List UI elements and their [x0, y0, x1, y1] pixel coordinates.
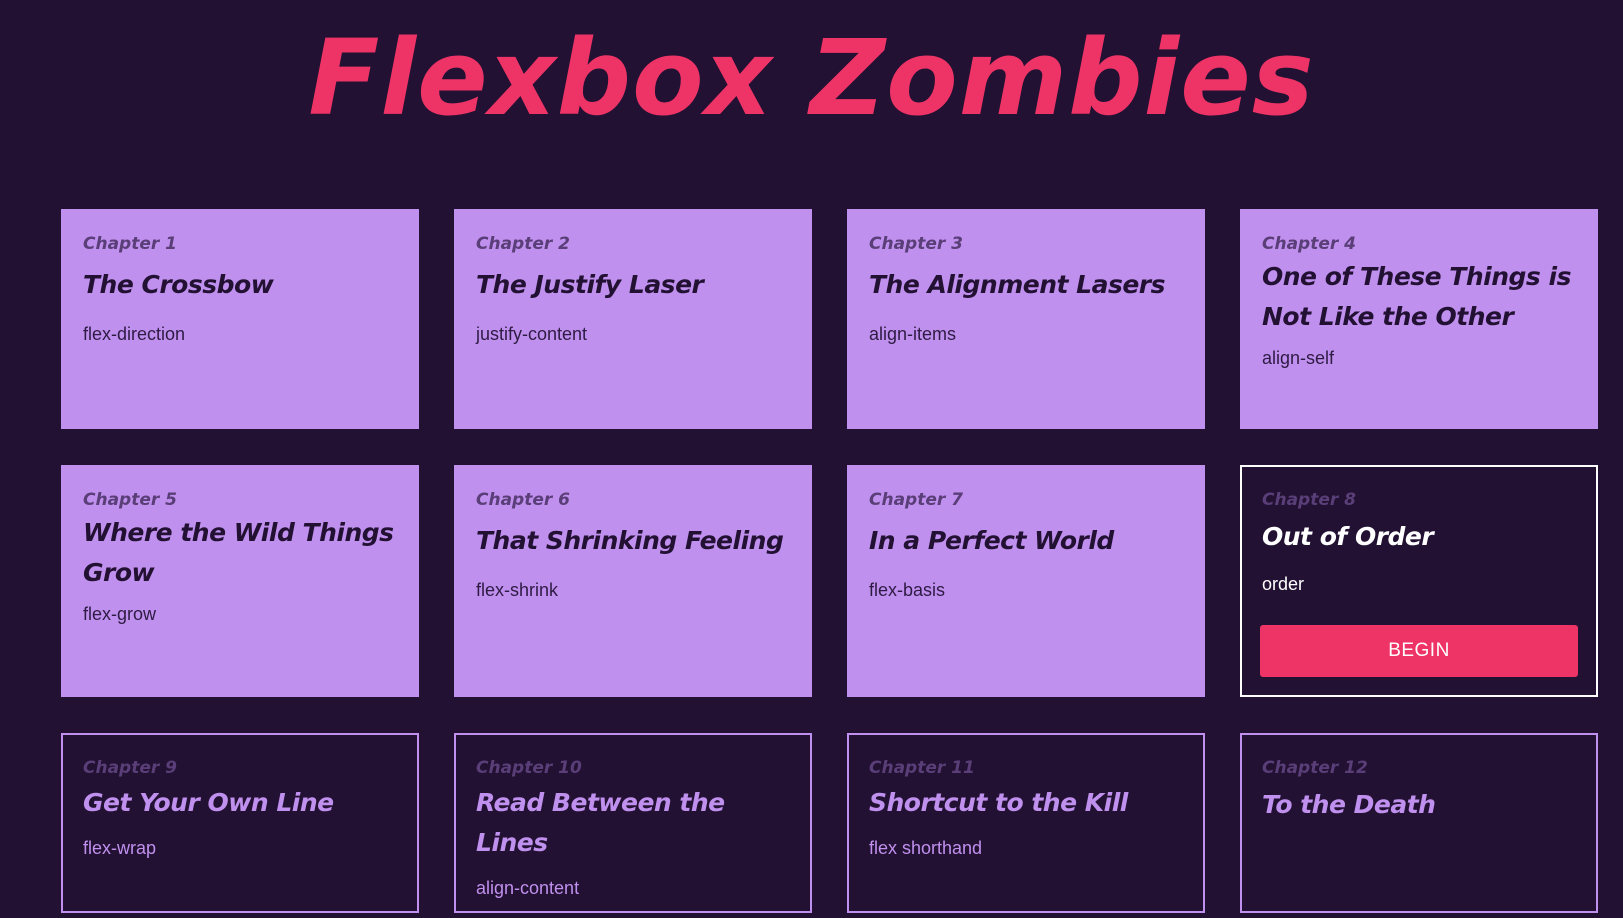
chapter-property: flex-basis [869, 580, 946, 600]
chapter-label: Chapter 4 [1262, 234, 1357, 254]
chapter-property: flex-grow [83, 604, 157, 624]
page: Flexbox Zombies Chapter 1 The Crossbow f… [0, 0, 1623, 918]
chapter-label: Chapter 3 [869, 234, 964, 254]
begin-button[interactable]: BEGIN [1260, 625, 1578, 677]
chapter-label: Chapter 8 [1262, 490, 1357, 510]
chapter-title: Out of Order [1262, 522, 1434, 551]
chapter-label: Chapter 1 [83, 234, 178, 254]
chapter-title: In a Perfect World [869, 526, 1114, 555]
chapter-card-4[interactable]: Chapter 4 One of These Things is Not Lik… [1240, 209, 1598, 429]
site-title: Flexbox Zombies [308, 17, 1315, 139]
chapter-card-3[interactable]: Chapter 3 The Alignment Lasers align-ite… [847, 209, 1205, 429]
chapter-property: flex shorthand [869, 838, 983, 858]
chapter-property: flex-shrink [476, 580, 559, 600]
chapter-property: justify-content [476, 324, 588, 344]
chapter-title: The Justify Laser [476, 270, 704, 299]
chapter-title: Get Your Own Line [83, 788, 334, 817]
chapter-property: align-self [1262, 348, 1335, 368]
chapter-label: Chapter 11 [869, 758, 975, 778]
chapter-label: Chapter 5 [83, 490, 178, 510]
chapter-property: order [1262, 574, 1305, 594]
chapter-property: align-items [869, 324, 957, 344]
chapter-card-7[interactable]: Chapter 7 In a Perfect World flex-basis [847, 465, 1205, 697]
chapter-card-11[interactable]: Chapter 11 Shortcut to the Kill flex sho… [847, 733, 1205, 913]
chapter-card-5[interactable]: Chapter 5 Where the Wild Things Grow fle… [61, 465, 419, 697]
chapter-label: Chapter 2 [476, 234, 571, 254]
chapter-title: Where the Wild Things Grow [83, 518, 394, 587]
chapter-property: flex-wrap [83, 838, 157, 858]
chapter-card-8[interactable]: Chapter 8 Out of Order order BEGIN [1240, 465, 1598, 697]
chapter-title: One of These Things is Not Like the Othe… [1262, 262, 1571, 331]
chapter-title: That Shrinking Feeling [476, 526, 784, 555]
chapter-title: Shortcut to the Kill [869, 788, 1128, 817]
chapter-label: Chapter 12 [1262, 758, 1368, 778]
chapter-label: Chapter 9 [83, 758, 178, 778]
chapter-title: The Alignment Lasers [869, 270, 1166, 299]
chapter-label: Chapter 10 [476, 758, 582, 778]
chapter-label: Chapter 6 [476, 490, 571, 510]
chapter-title: Read Between the Lines [476, 788, 725, 857]
chapter-grid: Chapter 1 The Crossbow flex-direction Ch… [61, 209, 1598, 913]
chapter-card-10[interactable]: Chapter 10 Read Between the Lines align-… [454, 733, 812, 913]
chapter-label: Chapter 7 [869, 490, 964, 510]
chapter-card-6[interactable]: Chapter 6 That Shrinking Feeling flex-sh… [454, 465, 812, 697]
chapter-card-2[interactable]: Chapter 2 The Justify Laser justify-cont… [454, 209, 812, 429]
chapter-card-9[interactable]: Chapter 9 Get Your Own Line flex-wrap [61, 733, 419, 913]
chapter-title: To the Death [1262, 790, 1436, 819]
chapter-title: The Crossbow [83, 270, 274, 299]
chapter-card-1[interactable]: Chapter 1 The Crossbow flex-direction [61, 209, 419, 429]
chapter-property: flex-direction [83, 324, 186, 344]
chapter-property: align-content [476, 878, 580, 898]
chapter-card-12[interactable]: Chapter 12 To the Death [1240, 733, 1598, 913]
